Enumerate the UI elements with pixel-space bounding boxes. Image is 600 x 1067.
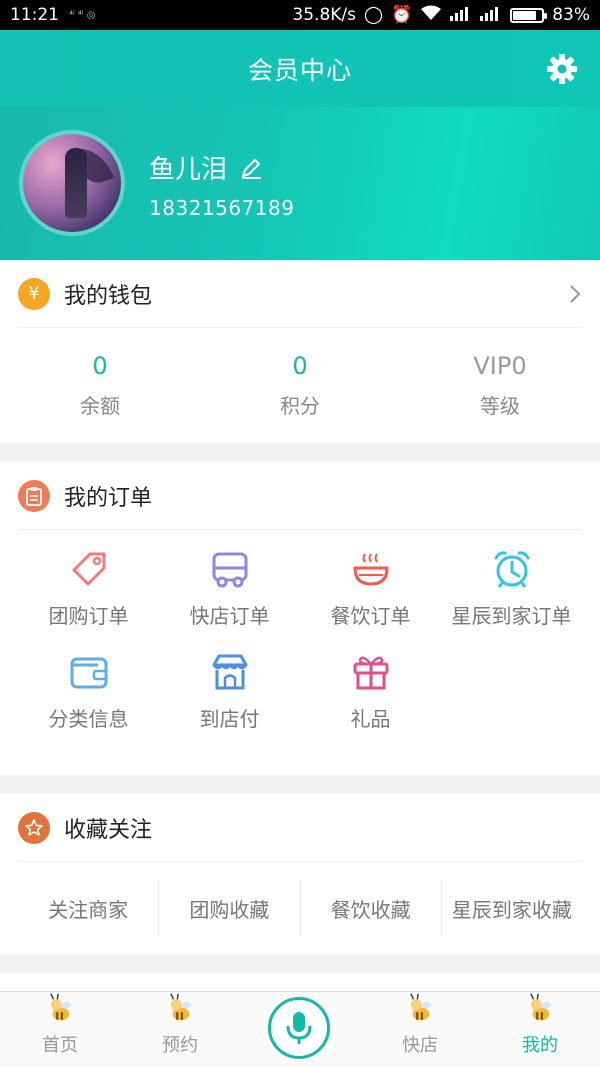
page-title: 会员中心	[247, 55, 352, 85]
favorites-header: 收藏关注	[18, 794, 582, 862]
wifi-icon	[420, 5, 442, 26]
fav-group-buy[interactable]: 团购收藏	[159, 880, 301, 936]
order-pay-at-store[interactable]: 到店付	[159, 651, 300, 732]
order-label: 分类信息	[48, 707, 129, 731]
orders-title: 我的订单	[64, 485, 153, 511]
settings-gear-icon[interactable]	[546, 53, 578, 85]
order-label: 到店付	[199, 707, 260, 731]
fav-dining[interactable]: 餐饮收藏	[301, 880, 442, 936]
status-bar: 11:21 ⁴ˡ ⁴ˡ ◎ 35.8K/s ◯ ⏰ 83%	[0, 0, 600, 30]
gift-icon	[353, 656, 388, 690]
tab-quick-store[interactable]: 快店	[360, 992, 480, 1067]
balance-stat[interactable]: 0 余额	[0, 328, 200, 442]
wallet-title: 我的钱包	[64, 283, 153, 309]
bee-mascot-icon	[50, 993, 72, 1021]
level-stat[interactable]: VIP0 等级	[400, 328, 600, 442]
alarm-clock-icon	[494, 551, 529, 588]
truck-icon	[212, 552, 247, 588]
next-section-strip	[0, 973, 600, 991]
yen-icon: ¥	[18, 277, 50, 310]
order-label: 餐饮订单	[330, 604, 411, 628]
tab-mine[interactable]: 我的	[480, 992, 600, 1067]
tab-reservation[interactable]: 预约	[120, 992, 240, 1067]
order-label: 星辰到家订单	[451, 604, 572, 628]
chevron-right-icon[interactable]	[568, 283, 582, 305]
store-icon	[212, 654, 247, 690]
sim-signal-icon: ⁴ˡ ⁴ˡ ◎	[69, 9, 96, 21]
balance-value: 0	[92, 351, 108, 380]
cell-signal-icon	[450, 5, 472, 26]
order-label: 团购订单	[48, 604, 129, 628]
alarm-icon: ⏰	[391, 5, 413, 25]
balance-label: 余额	[80, 393, 120, 418]
bee-mascot-icon	[170, 993, 192, 1021]
edit-pencil-icon[interactable]	[239, 156, 263, 180]
tab-label: 预约	[162, 1035, 198, 1056]
wallet-header[interactable]: ¥ 我的钱包	[18, 260, 582, 328]
battery-icon	[510, 7, 548, 23]
level-label: 等级	[480, 393, 520, 418]
clipboard-icon	[18, 479, 50, 512]
microphone-icon	[286, 1012, 312, 1044]
level-value: VIP0	[473, 351, 527, 380]
phone-number: 18321567189	[149, 196, 295, 220]
username: 鱼儿泪	[149, 155, 228, 185]
fav-followed-merchants[interactable]: 关注商家	[18, 880, 160, 936]
bowl-icon	[353, 553, 388, 586]
orders-card: 我的订单 团购订单 快店订单 餐饮订单 星辰到家订单 分类信息 到店付 礼品	[0, 462, 600, 775]
order-gifts[interactable]: 礼品	[300, 651, 441, 732]
wallet-icon	[70, 657, 107, 689]
bee-mascot-icon	[410, 993, 432, 1021]
battery-percent: 83%	[552, 5, 590, 25]
favorites-card: 收藏关注 关注商家 团购收藏 餐饮收藏 星辰到家收藏	[0, 794, 600, 954]
profile-banner: 鱼儿泪 18321567189	[0, 107, 600, 260]
order-label: 礼品	[350, 707, 391, 731]
network-speed: 35.8K/s	[292, 5, 356, 25]
battery-level	[513, 10, 537, 20]
order-label: 快店订单	[189, 604, 270, 628]
voice-button[interactable]	[268, 997, 330, 1059]
avatar-figure-shape	[65, 148, 87, 218]
cell-signal-icon	[480, 5, 502, 26]
tab-home[interactable]: 首页	[0, 992, 120, 1067]
orders-grid: 团购订单 快店订单 餐饮订单 星辰到家订单 分类信息 到店付 礼品	[18, 530, 582, 732]
tab-label: 首页	[42, 1035, 78, 1056]
orders-header: 我的订单	[18, 462, 582, 530]
wallet-stats: 0 余额 0 积分 VIP0 等级	[0, 328, 600, 442]
tab-label: 我的	[522, 1035, 558, 1056]
order-group-buy[interactable]: 团购订单	[18, 548, 159, 629]
status-time: 11:21	[10, 5, 59, 25]
order-classified[interactable]: 分类信息	[18, 651, 159, 732]
order-dining[interactable]: 餐饮订单	[300, 548, 441, 629]
points-label: 积分	[280, 393, 320, 418]
favorites-title: 收藏关注	[64, 817, 153, 843]
tag-icon	[72, 552, 105, 586]
bee-mascot-icon	[530, 993, 552, 1021]
fav-home-delivery[interactable]: 星辰到家收藏	[442, 880, 582, 936]
points-value: 0	[292, 351, 308, 380]
username-row: 鱼儿泪	[149, 149, 263, 186]
avatar[interactable]	[19, 130, 125, 236]
app-header: 会员中心	[0, 30, 600, 107]
points-stat[interactable]: 0 积分	[200, 328, 400, 442]
star-icon	[18, 811, 50, 844]
order-home-delivery[interactable]: 星辰到家订单	[441, 548, 582, 629]
wallet-card: ¥ 我的钱包 0 余额 0 积分 VIP0 等级	[0, 260, 600, 443]
tab-label: 快店	[402, 1035, 438, 1056]
order-quick-store[interactable]: 快店订单	[159, 548, 300, 629]
sync-icon: ◯	[364, 5, 384, 25]
favorites-row: 关注商家 团购收藏 餐饮收藏 星辰到家收藏	[18, 862, 582, 954]
